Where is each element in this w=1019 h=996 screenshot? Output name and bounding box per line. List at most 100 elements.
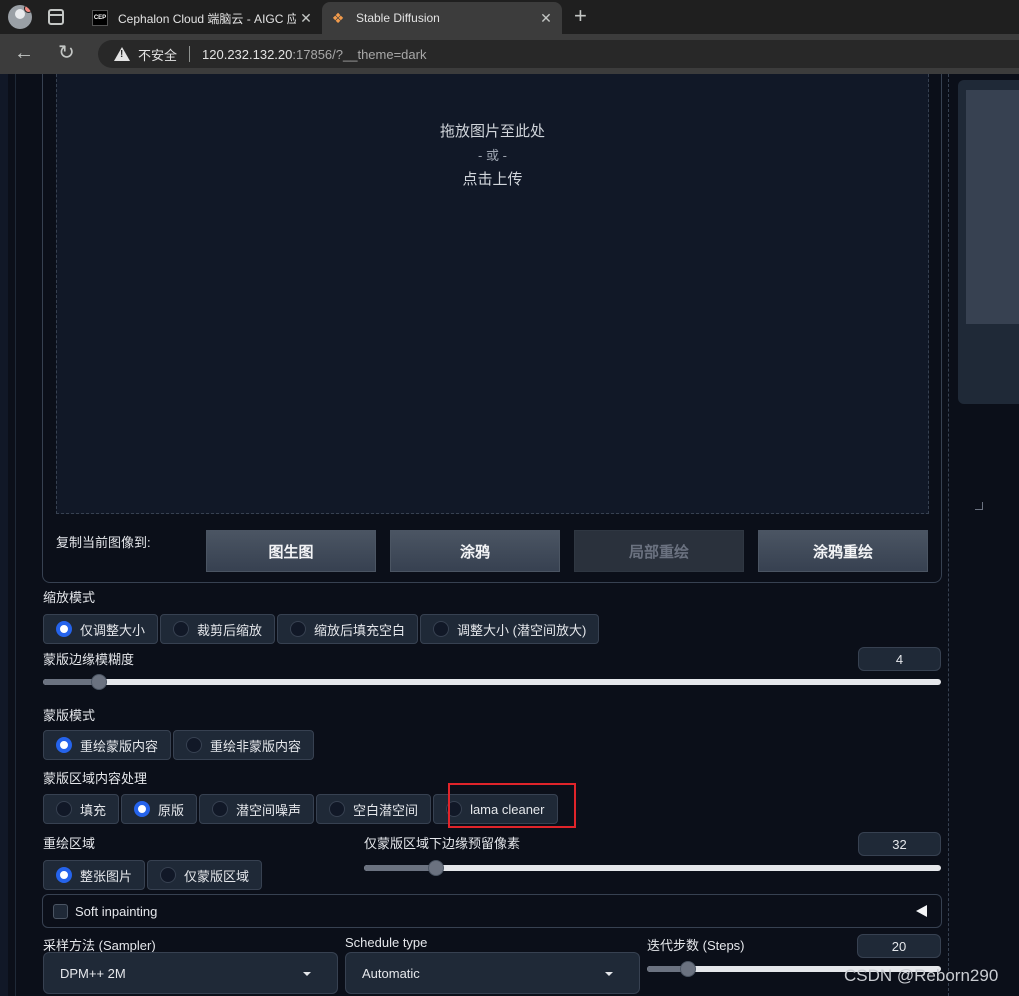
radio-dot-icon [56,801,72,817]
radio-label: 裁剪后缩放 [197,622,263,638]
tab-title: Cephalon Cloud 端脑云 - AIGC 应 [118,11,296,26]
close-tab-icon[interactable]: ✕ [296,10,316,27]
red-highlight-box [448,783,576,828]
steps-label: 迭代步数 (Steps) [647,938,745,953]
sampler-dropdown[interactable]: DPM++ 2M [43,952,338,994]
steps-number-input[interactable]: 20 [857,934,941,958]
resize-mode-crop-and-resize[interactable]: 裁剪后缩放 [160,614,276,644]
browser-tab-stable-diffusion[interactable]: ❖ Stable Diffusion ✕ [322,2,562,34]
inpaint-area-whole-picture[interactable]: 整张图片 [43,860,146,890]
radio-dot-icon [212,801,229,817]
masked-content-fill[interactable]: 填充 [43,794,120,824]
left-rail [0,74,8,996]
copy-to-inpaint-button[interactable]: 局部重绘 [574,530,744,572]
schedule-type-label: Schedule type [345,935,428,950]
click-upload-text: 点击上传 [462,171,523,188]
new-tab-plus-icon[interactable]: + [574,5,587,27]
tab-search-icon[interactable] [48,9,64,25]
resize-grip-icon[interactable] [975,502,983,510]
copy-to-img2img-button[interactable]: 图生图 [206,530,376,572]
inpaint-area-only-masked[interactable]: 仅蒙版区域 [147,860,263,890]
or-text: - 或 - [478,148,507,163]
mask-mode-inpaint-not-masked[interactable]: 重绘非蒙版内容 [173,730,315,760]
padding-slider[interactable] [364,860,941,876]
masked-content-label: 蒙版区域内容处理 [43,771,148,786]
resize-mode-resize-and-fill[interactable]: 缩放后填充空白 [277,614,419,644]
radio-label: 原版 [158,802,185,818]
webui-page: 拖放图片至此处 - 或 - 点击上传 复制当前图像到: 图生图 涂鸦 局部重绘 … [0,74,1019,996]
masked-content-original[interactable]: 原版 [121,794,198,824]
radio-label: 调整大小 (潜空间放大) [457,622,587,638]
radio-label: 重绘非蒙版内容 [210,738,302,754]
radio-dot-icon [56,621,72,637]
radio-label: 填充 [80,802,107,818]
profile-avatar-icon[interactable] [8,5,32,29]
radio-label: 潜空间噪声 [236,802,302,818]
close-tab-icon[interactable]: ✕ [536,10,556,27]
radio-dot-icon [329,801,346,817]
column-divider [948,74,949,996]
only-masked-padding-label: 仅蒙版区域下边缘预留像素 [364,836,521,851]
inpaint-area-label: 重绘区域 [43,836,96,851]
tab-title: Stable Diffusion [356,11,440,25]
collapse-triangle-icon[interactable] [916,905,927,917]
masked-content-latent-noise[interactable]: 潜空间噪声 [199,794,315,824]
stable-diffusion-favicon-icon: ❖ [331,9,345,26]
not-secure-label[interactable]: 不安全 [138,45,177,64]
output-image-area [966,90,1019,324]
resize-mode-just-resize[interactable]: 仅调整大小 [43,614,159,644]
padding-number-input[interactable]: 32 [858,832,941,856]
schedule-type-dropdown[interactable]: Automatic [345,952,640,994]
resize-mode-latent-upscale[interactable]: 调整大小 (潜空间放大) [420,614,600,644]
soft-inpainting-checkbox[interactable] [53,904,68,919]
chevron-down-icon [303,972,311,976]
browser-tab-bar: CEP Cephalon Cloud 端脑云 - AIGC 应 ✕ ❖ Stab… [0,0,1019,34]
mask-mode-inpaint-masked[interactable]: 重绘蒙版内容 [43,730,172,760]
divider [189,46,191,62]
soft-inpainting-accordion[interactable]: Soft inpainting [42,894,942,928]
mask-blur-label: 蒙版边缘模糊度 [43,652,135,667]
chevron-down-icon [605,972,613,976]
resize-mode-radio-group: 仅调整大小 裁剪后缩放 缩放后填充空白 调整大小 (潜空间放大) [43,614,600,644]
mask-mode-radio-group: 重绘蒙版内容 重绘非蒙版内容 [43,730,315,760]
radio-dot-icon [134,801,151,817]
cephalon-favicon-icon: CEP [92,10,108,26]
radio-dot-icon [433,621,450,637]
csdn-watermark: CSDN @Reborn290 [844,966,999,985]
url-omnibox[interactable]: 不安全 120.232.132.20 :17856/?__theme=dark [98,40,1019,68]
mask-mode-label: 蒙版模式 [43,708,96,723]
radio-dot-icon [290,621,307,637]
masked-content-latent-nothing[interactable]: 空白潜空间 [316,794,432,824]
url-host: 120.232.132.20 [202,46,293,62]
reload-icon[interactable]: ↻ [58,42,75,64]
browser-tab-cephalon[interactable]: CEP Cephalon Cloud 端脑云 - AIGC 应 ✕ [84,2,322,34]
radio-label: 整张图片 [80,868,133,884]
soft-inpainting-label: Soft inpainting [75,904,158,919]
radio-label: 缩放后填充空白 [314,622,406,638]
copy-to-sketch-button[interactable]: 涂鸦 [390,530,560,572]
radio-dot-icon [56,867,72,883]
radio-dot-icon [186,737,203,753]
radio-label: 空白潜空间 [353,802,419,818]
left-rail-line [15,74,16,996]
browser-address-bar: ← ↻ 不安全 120.232.132.20 :17856/?__theme=d… [0,34,1019,74]
slider-fill [364,865,437,871]
url-path: :17856/?__theme=dark [292,46,427,62]
radio-dot-icon [173,621,190,637]
slider-thumb[interactable] [91,674,108,690]
radio-label: 重绘蒙版内容 [80,738,159,754]
back-arrow-icon[interactable]: ← [14,42,34,64]
radio-dot-icon [160,867,177,883]
inpaint-area-radio-group: 整张图片 仅蒙版区域 [43,860,263,890]
radio-label: 仅蒙版区域 [184,868,250,884]
schedule-type-value: Automatic [362,965,420,981]
copy-to-inpaint-sketch-button[interactable]: 涂鸦重绘 [758,530,928,572]
mask-blur-number-input[interactable]: 4 [858,647,941,671]
image-dropzone[interactable]: 拖放图片至此处 - 或 - 点击上传 [56,74,983,514]
slider-thumb[interactable] [680,961,697,977]
drop-text: 拖放图片至此处 [439,123,545,140]
warning-triangle-icon[interactable] [114,47,130,61]
radio-label: 仅调整大小 [80,622,146,638]
slider-thumb[interactable] [428,860,445,876]
mask-blur-slider[interactable] [43,674,941,690]
